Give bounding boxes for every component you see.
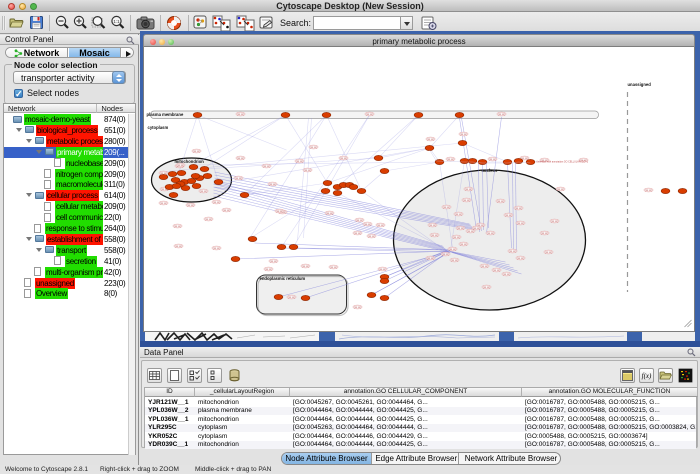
svg-text:[xx xx]: [xx xx]: [515, 208, 522, 210]
svg-text:[xx xx]: [xx xx]: [645, 190, 652, 192]
svg-text:[xx xx]: [xx xx]: [487, 233, 494, 235]
svg-text:[xx xx]: [xx xx]: [509, 251, 516, 253]
svg-text:[xx xx]: [xx xx]: [177, 165, 184, 167]
svg-text:[xx xx]: [xx xx]: [160, 203, 167, 205]
svg-text:[xx xx]: [xx xx]: [174, 226, 181, 228]
svg-text:[xx xx]: [xx xx]: [175, 246, 182, 248]
svg-text:[xx xx]: [xx xx]: [340, 158, 347, 160]
svg-text:[xx xx]: [xx xx]: [465, 189, 472, 191]
svg-text:[xx xx]: [xx xx]: [443, 207, 450, 209]
svg-text:[xx xx]: [xx xx]: [310, 147, 317, 149]
svg-text:[xx xx]: [xx xx]: [213, 202, 220, 204]
svg-text:(interacts with annotation.GO: (interacts with annotation.GO CELLULAR_C…: [537, 161, 589, 164]
svg-text:[xx xx]: [xx xx]: [366, 114, 373, 116]
svg-text:[xx xx]: [xx xx]: [467, 231, 474, 233]
svg-text:[xx xx]: [xx xx]: [545, 252, 552, 254]
svg-text:[xx xx]: [xx xx]: [354, 233, 361, 235]
svg-text:[xx xx]: [xx xx]: [223, 210, 230, 212]
svg-text:[xx xx]: [xx xx]: [557, 189, 564, 191]
svg-text:[xx xx]: [xx xx]: [427, 258, 434, 260]
svg-text:[xx xx]: [xx xx]: [473, 228, 480, 230]
svg-text:[xx xx]: [xx xx]: [489, 159, 496, 161]
svg-text:[xx xx]: [xx xx]: [368, 236, 375, 238]
svg-text:[xx xx]: [xx xx]: [429, 225, 436, 227]
svg-text:endoplasmic reticulum: endoplasmic reticulum: [260, 276, 306, 281]
svg-text:[xx xx]: [xx xx]: [449, 249, 456, 251]
svg-text:1:1: 1:1: [113, 19, 120, 24]
svg-text:[xx xx]: [xx xx]: [379, 269, 386, 271]
svg-text:[xx xx]: [xx xx]: [451, 260, 458, 262]
svg-text:f(x): f(x): [642, 372, 652, 380]
svg-text:[xx xx]: [xx xx]: [551, 221, 558, 223]
svg-text:[xx xx]: [xx xx]: [497, 201, 504, 203]
svg-text:unassigned: unassigned: [628, 82, 652, 87]
svg-text:[xx xx]: [xx xx]: [269, 184, 276, 186]
svg-text:[xx xx]: [xx xx]: [265, 269, 272, 271]
svg-text:[xx xx]: [xx xx]: [302, 266, 309, 268]
svg-text:[xx xx]: [xx xx]: [427, 139, 434, 141]
svg-text:[xx xx]: [xx xx]: [377, 225, 384, 227]
svg-text:[xx xx]: [xx xx]: [330, 267, 337, 269]
svg-text:[xx xx]: [xx xx]: [517, 223, 524, 225]
svg-text:[xx xx]: [xx xx]: [481, 266, 488, 268]
svg-text:[xx xx]: [xx xx]: [304, 170, 311, 172]
svg-text:[xx xx]: [xx xx]: [200, 191, 207, 193]
svg-text:[xx xx]: [xx xx]: [270, 261, 277, 263]
svg-text:[xx xx]: [xx xx]: [541, 233, 548, 235]
svg-text:[xx xx]: [xx xx]: [460, 244, 467, 246]
svg-text:[xx xx]: [xx xx]: [447, 159, 454, 161]
svg-text:[xx xx]: [xx xx]: [326, 213, 333, 215]
svg-text:[xx xx]: [xx xx]: [460, 134, 467, 136]
svg-text:[xx xx]: [xx xx]: [442, 254, 449, 256]
svg-text:[xx xx]: [xx xx]: [463, 200, 470, 202]
svg-text:[xx xx]: [xx xx]: [483, 287, 490, 289]
svg-text:[xx xx]: [xx xx]: [493, 270, 500, 272]
svg-text:nucleus: nucleus: [482, 168, 498, 173]
svg-text:[xx xx]: [xx xx]: [193, 151, 200, 153]
svg-text:[xx xx]: [xx xx]: [364, 224, 371, 226]
svg-text:[xx xx]: [xx xx]: [431, 235, 438, 237]
svg-text:[xx xx]: [xx xx]: [276, 211, 283, 213]
svg-text:plasma membrane: plasma membrane: [147, 112, 184, 117]
svg-text:[xx xx]: [xx xx]: [296, 161, 303, 163]
svg-text:[xx xx]: [xx xx]: [498, 114, 505, 116]
svg-text:[xx xx]: [xx xx]: [503, 274, 510, 276]
svg-text:[xx xx]: [xx xx]: [356, 220, 363, 222]
svg-text:[xx xx]: [xx xx]: [237, 158, 244, 160]
svg-text:[xx xx]: [xx xx]: [505, 215, 512, 217]
svg-text:[xx xx]: [xx xx]: [263, 166, 270, 168]
svg-text:[xx xx]: [xx xx]: [453, 237, 460, 239]
svg-text:[xx xx]: [xx xx]: [457, 228, 464, 230]
svg-text:[xx xx]: [xx xx]: [187, 205, 194, 207]
svg-text:[xx xx]: [xx xx]: [517, 258, 524, 260]
svg-text:[xx xx]: [xx xx]: [288, 297, 295, 299]
svg-text:[xx xx]: [xx xx]: [213, 248, 220, 250]
svg-text:[xx xx]: [xx xx]: [205, 219, 212, 221]
svg-text:[xx xx]: [xx xx]: [455, 214, 462, 216]
svg-text:cytoplasm: cytoplasm: [148, 125, 169, 130]
svg-text:[xx xx]: [xx xx]: [235, 178, 242, 180]
svg-text:[xx xx]: [xx xx]: [237, 114, 244, 116]
svg-text:[xx xx]: [xx xx]: [354, 307, 361, 309]
